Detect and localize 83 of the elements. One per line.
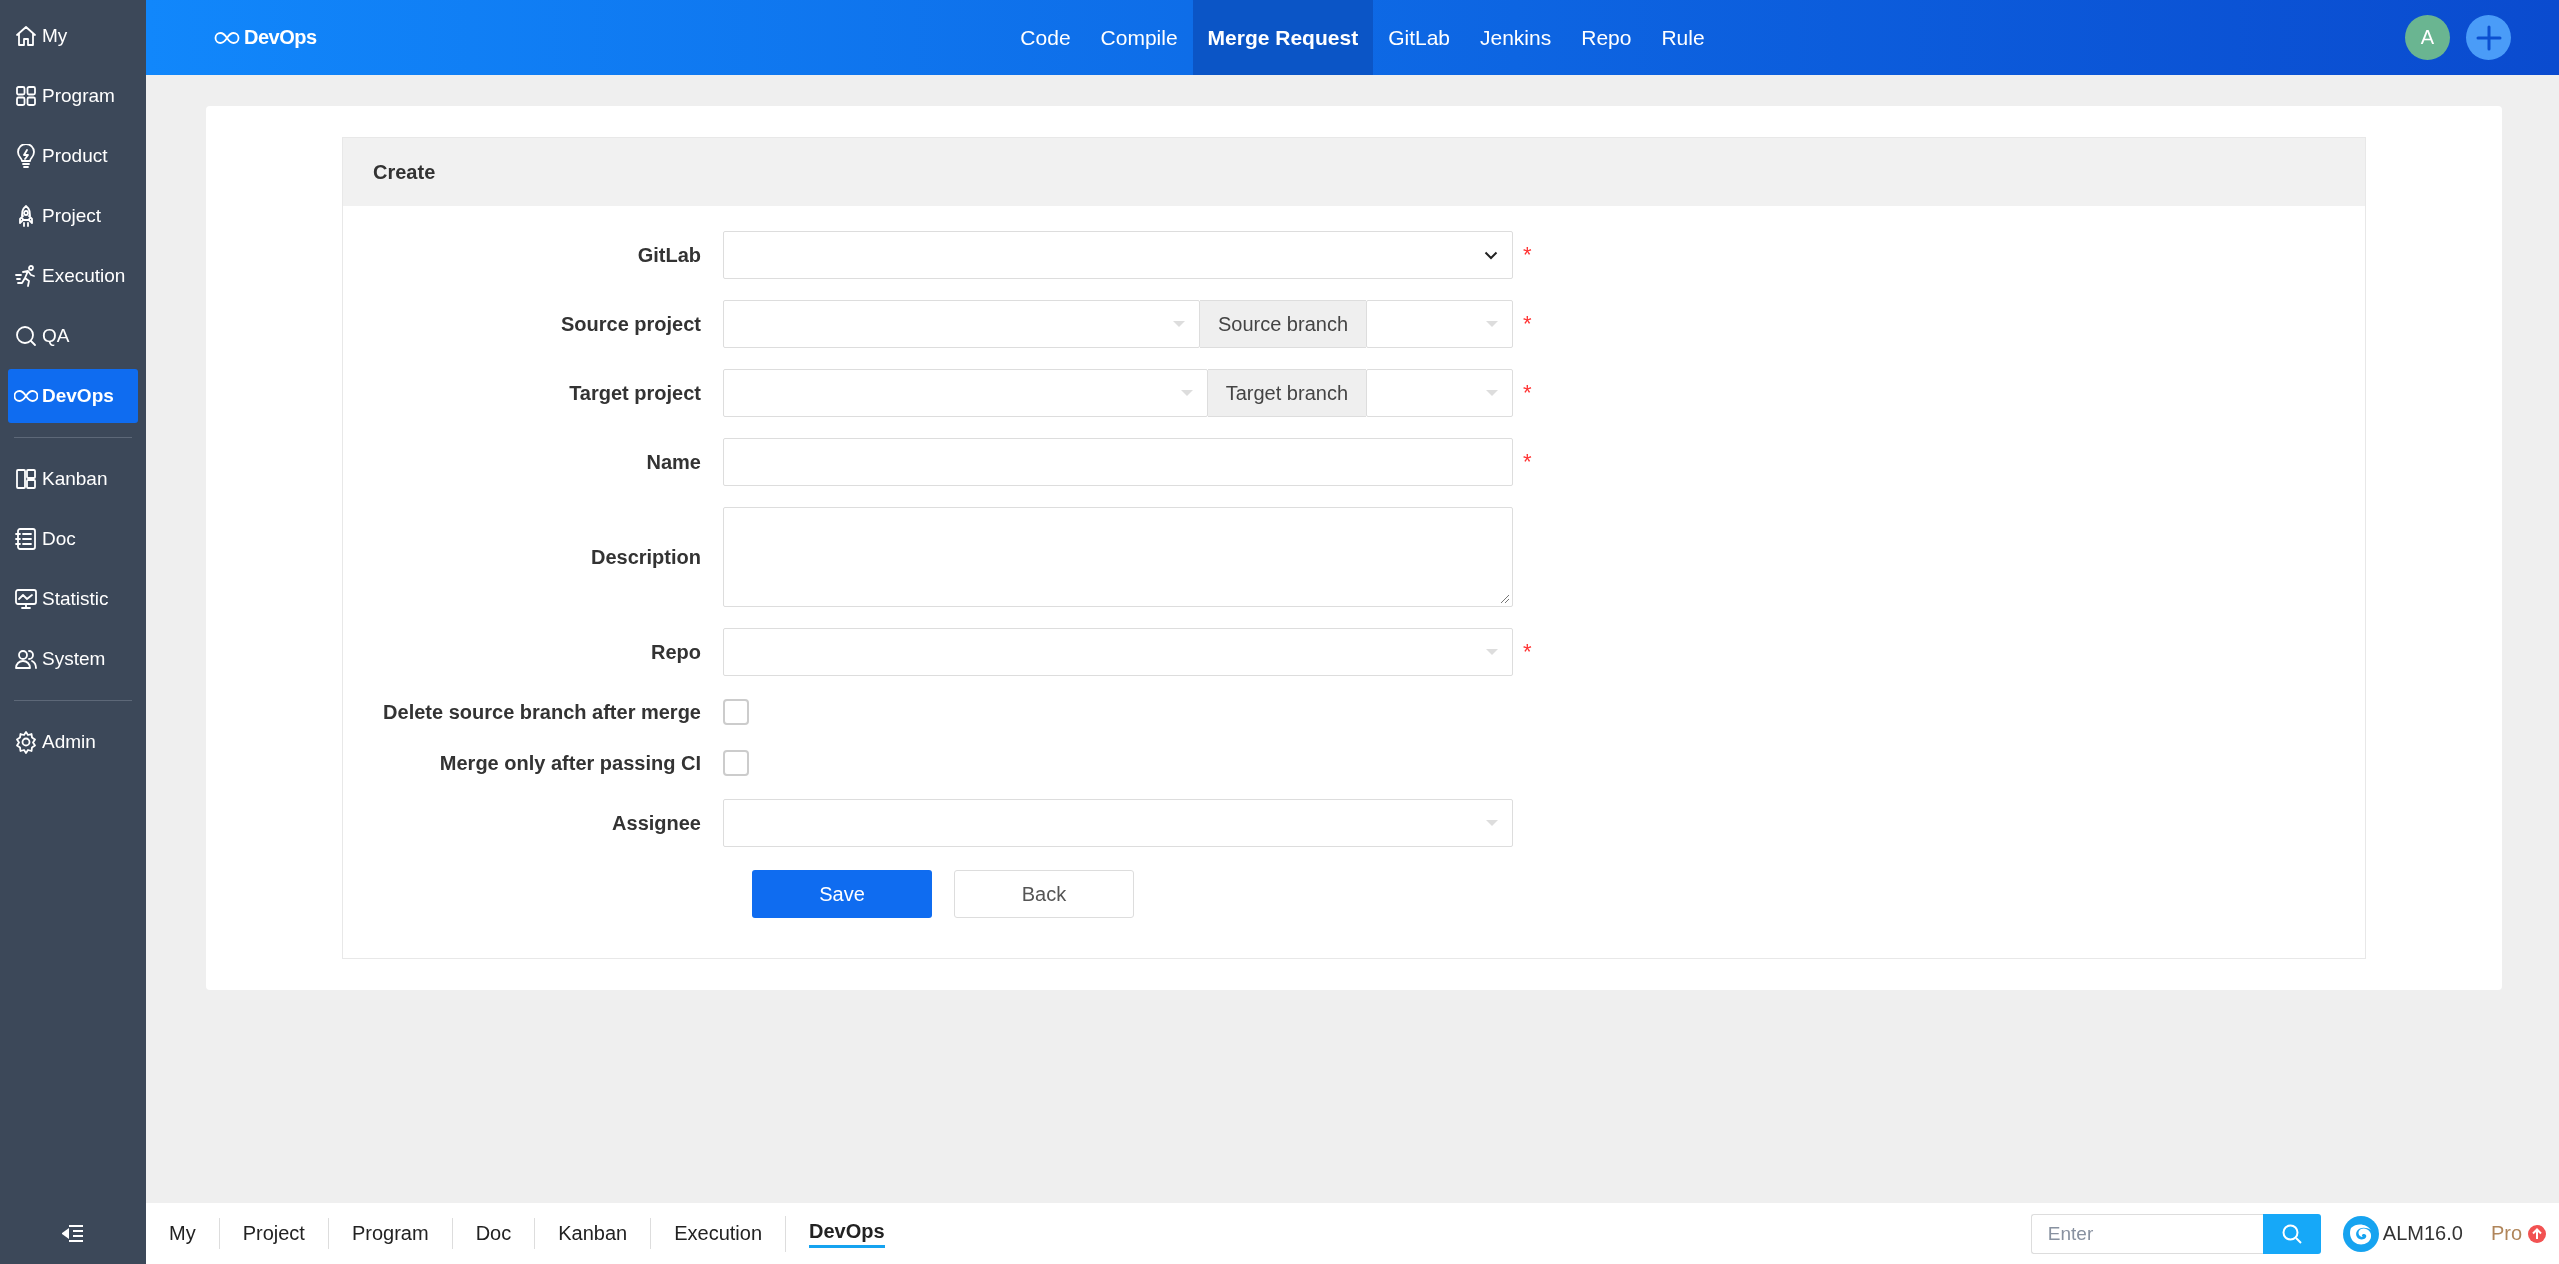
chevron-down-icon: [1484, 250, 1498, 260]
bottom-tab[interactable]: Project: [218, 1218, 328, 1249]
version-label: ALM16.0: [2382, 1222, 2463, 1245]
sidebar-item[interactable]: Statistic: [8, 572, 138, 626]
checkbox[interactable]: [723, 699, 749, 725]
dropdown-arrow-icon: [1486, 390, 1498, 396]
field-label: Merge only after passing CI: [438, 751, 701, 775]
required-mark: *: [1523, 639, 1532, 665]
dropdown-arrow-icon: [1486, 321, 1498, 327]
sidebar-item[interactable]: Product: [8, 129, 138, 183]
resize-handle-icon[interactable]: [1498, 592, 1510, 604]
select-field[interactable]: [723, 799, 1513, 847]
save-button[interactable]: Save: [752, 870, 932, 918]
select-field[interactable]: [723, 628, 1513, 676]
checkbox[interactable]: [723, 750, 749, 776]
sidebar-item[interactable]: Project: [8, 189, 138, 243]
app-logo: DevOps: [214, 26, 514, 49]
swirl-logo-icon: [2342, 1215, 2379, 1252]
dropdown-arrow-icon: [1486, 649, 1498, 655]
required-mark: *: [1523, 449, 1532, 475]
bottom-tab[interactable]: Doc: [451, 1218, 535, 1249]
sidebar-item[interactable]: Program: [8, 69, 138, 123]
search-button[interactable]: [2262, 1213, 2321, 1254]
add-button[interactable]: [2466, 15, 2511, 60]
nav-tab[interactable]: Merge Request: [1192, 0, 1374, 75]
sidebar-item[interactable]: Kanban: [8, 452, 138, 506]
required-mark: *: [1523, 242, 1532, 268]
bottom-tab[interactable]: My: [146, 1218, 219, 1249]
users-icon: [14, 647, 38, 671]
sidebar-item[interactable]: QA: [8, 309, 138, 363]
collapse-menu-icon[interactable]: [62, 1223, 84, 1244]
search-icon: [14, 324, 38, 348]
nav-tab[interactable]: Jenkins: [1465, 0, 1567, 75]
field-label: Assignee: [611, 811, 701, 835]
runner-icon: [14, 264, 38, 288]
nav-tab[interactable]: Repo: [1566, 0, 1647, 75]
field-label: GitLab: [636, 243, 701, 267]
bottom-tab[interactable]: Program: [327, 1218, 452, 1249]
field-label: Target project: [568, 381, 701, 405]
bottom-tab[interactable]: Kanban: [534, 1218, 651, 1249]
nav-tab[interactable]: Code: [1005, 0, 1086, 75]
select-field[interactable]: [1366, 300, 1513, 348]
dropdown-arrow-icon: [1172, 321, 1185, 327]
sidebar-item[interactable]: Doc: [8, 512, 138, 566]
field-label: Source project: [559, 312, 701, 336]
sidebar-item[interactable]: My: [8, 9, 138, 63]
sidebar-item[interactable]: Admin: [8, 715, 138, 769]
nav-tab[interactable]: Compile: [1085, 0, 1193, 75]
dropdown-arrow-icon: [1180, 390, 1193, 396]
field-label: Repo: [650, 640, 701, 664]
input-field[interactable]: [723, 438, 1513, 486]
form-title: Create: [372, 160, 436, 184]
sidebar-item[interactable]: System: [8, 632, 138, 686]
nav-tab[interactable]: GitLab: [1373, 0, 1465, 75]
required-mark: *: [1523, 311, 1532, 337]
gear-icon: [14, 730, 38, 754]
search-icon: [2280, 1222, 2303, 1245]
lightbulb-icon: [14, 144, 38, 168]
addon-label: Target branch: [1207, 369, 1366, 417]
search-field[interactable]: Enter: [2030, 1213, 2263, 1254]
field-label: Description: [589, 545, 701, 569]
field-label: Delete source branch after merge: [382, 700, 701, 724]
field-label: Name: [645, 450, 701, 474]
addon-label: Source branch: [1199, 300, 1366, 348]
sidebar-item[interactable]: DevOps: [8, 369, 138, 423]
kanban-icon: [14, 467, 38, 491]
monitor-chart-icon: [14, 587, 38, 611]
required-mark: *: [1523, 380, 1532, 406]
select-field[interactable]: [723, 300, 1200, 348]
select-field[interactable]: [1366, 369, 1513, 417]
dropdown-arrow-icon: [1486, 820, 1498, 826]
home-icon: [14, 24, 38, 48]
sidebar-item[interactable]: Execution: [8, 249, 138, 303]
select-field[interactable]: [723, 231, 1513, 279]
plus-icon: [2475, 24, 2502, 51]
bottom-tab[interactable]: DevOps: [785, 1215, 908, 1252]
back-button[interactable]: Back: [954, 870, 1134, 918]
nav-tab[interactable]: Rule: [1646, 0, 1720, 75]
infinity-icon: [214, 30, 240, 45]
bottom-tab[interactable]: Execution: [650, 1218, 785, 1249]
document-list-icon: [14, 527, 38, 551]
select-field[interactable]: [723, 369, 1208, 417]
grid-icon: [14, 84, 38, 108]
